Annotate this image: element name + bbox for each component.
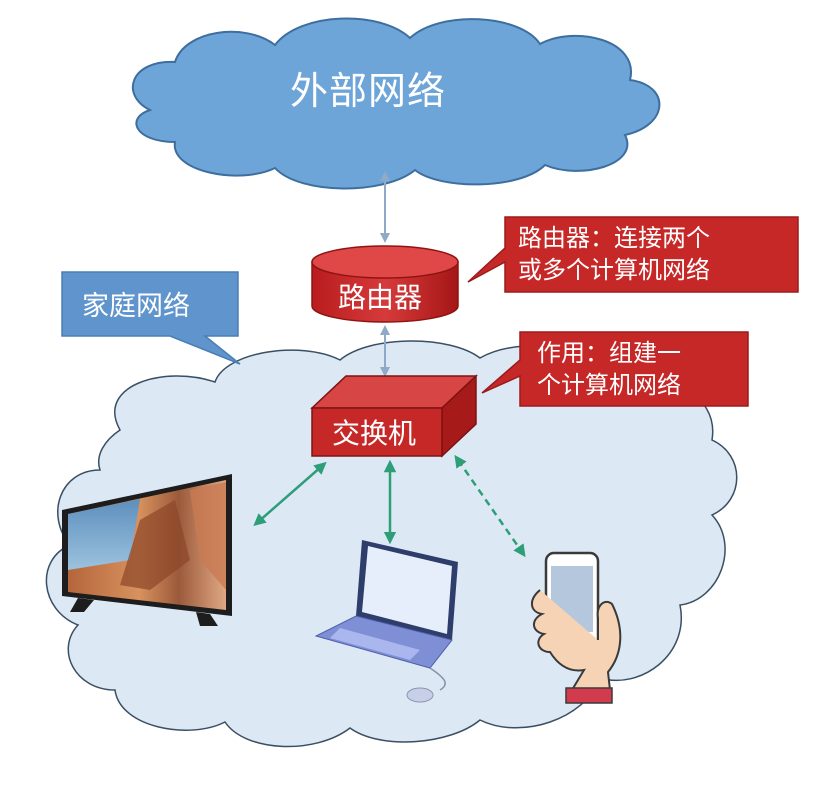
router-description: 路由器：连接两个 或多个计算机网络 <box>518 222 710 287</box>
home-network-label: 家庭网络 <box>82 291 190 322</box>
switch-description: 作用：组建一 个计算机网络 <box>537 337 681 402</box>
router-label: 路由器 <box>338 281 423 314</box>
switch-description-line2: 个计算机网络 <box>537 371 681 400</box>
external-network-label: 外部网络 <box>290 69 447 113</box>
network-diagram <box>45 17 799 748</box>
router-description-line1: 路由器：连接两个 <box>518 224 710 252</box>
switch-description-line1: 作用：组建一 <box>537 339 681 367</box>
switch-label: 交换机 <box>332 417 417 450</box>
router-description-line2: 或多个计算机网络 <box>518 256 710 285</box>
